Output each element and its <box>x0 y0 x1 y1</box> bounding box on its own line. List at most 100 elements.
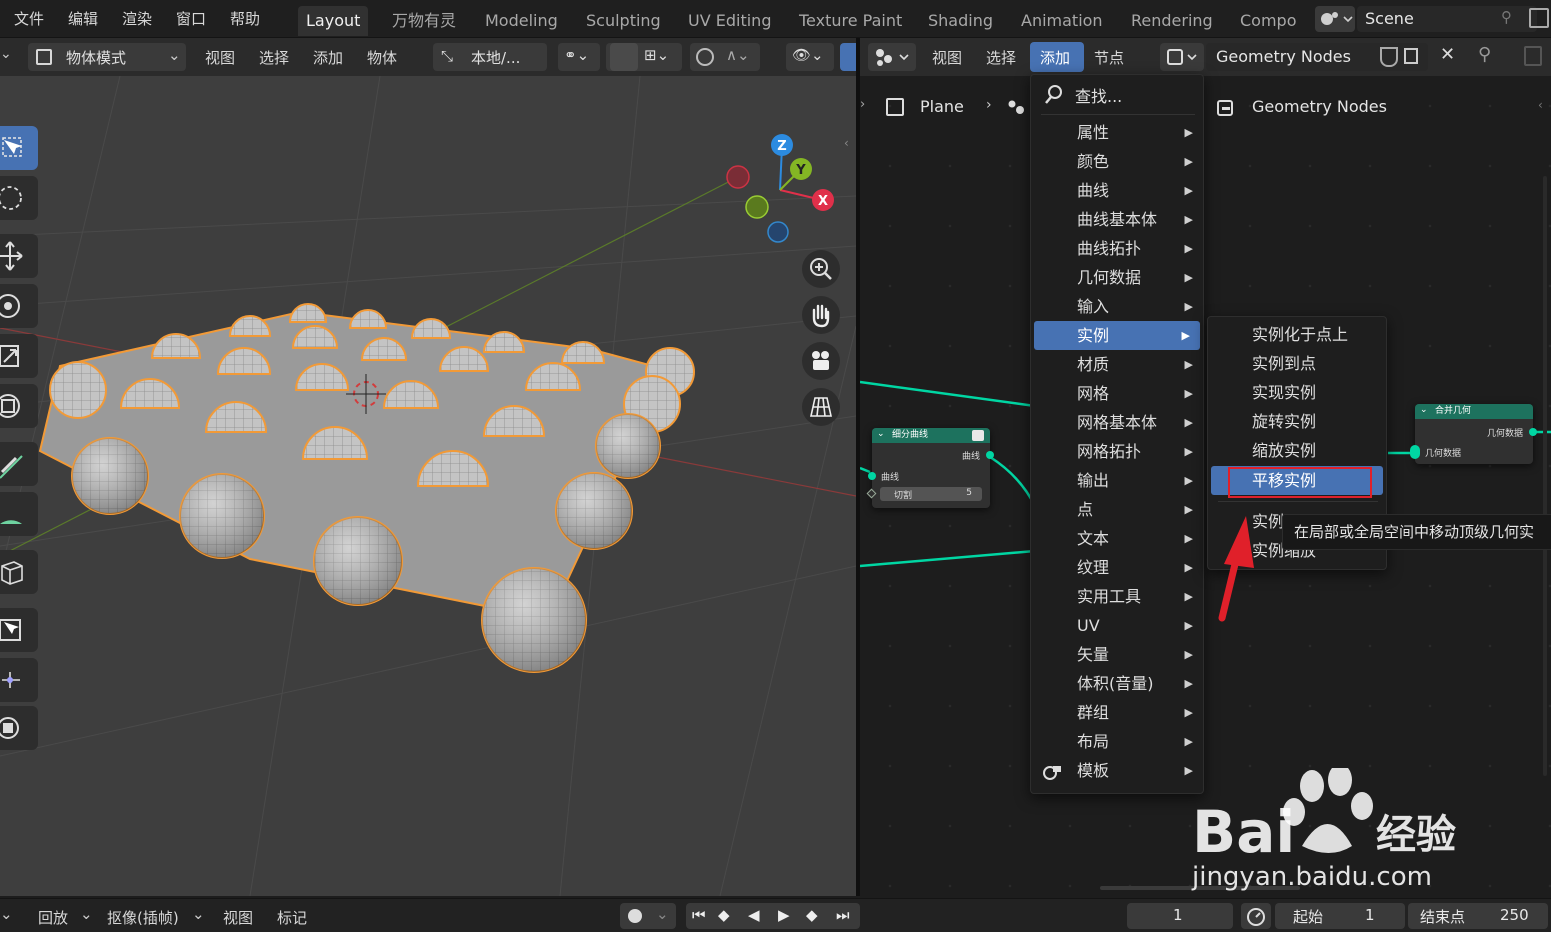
tl-menu-playback[interactable]: 回放 <box>38 907 68 928</box>
tl-menu-marker[interactable]: 标记 <box>277 907 307 928</box>
close-icon[interactable]: ✕ <box>1440 44 1455 65</box>
pan-hand-icon[interactable] <box>802 296 840 334</box>
tab-layout[interactable]: Layout <box>298 6 369 36</box>
move-small-icon[interactable] <box>0 658 38 702</box>
vp-menu-select[interactable]: 选择 <box>259 47 289 68</box>
menu-item-uv[interactable]: UV ▶ <box>1031 611 1203 640</box>
menu-item-layout[interactable]: 布局 ▶ <box>1031 727 1203 756</box>
input-socket[interactable] <box>868 472 876 480</box>
menu-item-curve-primitives[interactable]: 曲线基本体 ▶ <box>1031 205 1203 234</box>
stopwatch-icon[interactable] <box>1241 903 1271 929</box>
scale-tool-icon[interactable] <box>0 334 38 378</box>
vp-menu-object[interactable]: 物体 <box>367 47 397 68</box>
start-frame-field[interactable]: 起始 1 <box>1275 903 1405 929</box>
multi-input-socket[interactable] <box>1410 445 1420 459</box>
ne-menu-add-active[interactable]: 添加 <box>1030 42 1084 72</box>
menu-item-color[interactable]: 颜色 ▶ <box>1031 147 1203 176</box>
submenu-instances-to-points[interactable]: 实例到点 <box>1208 349 1386 378</box>
transform-orientation[interactable]: ⤡ 本地/... <box>433 43 547 71</box>
add-cube-tool-icon[interactable] <box>0 550 38 594</box>
ne-menu-view[interactable]: 视图 <box>932 47 962 68</box>
grid-perspective-icon[interactable] <box>802 388 840 426</box>
submenu-scale-instances[interactable]: 缩放实例 <box>1208 436 1386 465</box>
annotate-tool-icon[interactable] <box>0 442 38 486</box>
magnet-icon[interactable] <box>610 43 638 71</box>
menu-item-text[interactable]: 文本 ▶ <box>1031 524 1203 553</box>
menu-item-mesh[interactable]: 网格 ▶ <box>1031 379 1203 408</box>
submenu-instance-on-points[interactable]: 实例化于点上 <box>1208 320 1386 349</box>
camera-icon[interactable] <box>802 342 840 380</box>
node-editor-type-icon[interactable] <box>868 43 916 71</box>
mode-selector[interactable]: 物体模式 ⌄ <box>28 43 186 71</box>
menu-item-group[interactable]: 群组 ▶ <box>1031 698 1203 727</box>
vp-menu-view[interactable]: 视图 <box>205 47 235 68</box>
play-icon[interactable]: ▶ <box>778 906 790 924</box>
tab-rendering[interactable]: Rendering <box>1123 6 1221 36</box>
editor-type-icon[interactable]: ⌄ <box>0 46 12 62</box>
zoom-icon[interactable] <box>802 250 840 288</box>
info-icon[interactable] <box>972 430 984 441</box>
menu-item-vector[interactable]: 矢量 ▶ <box>1031 640 1203 669</box>
menu-item-mesh-primitives[interactable]: 网格基本体 ▶ <box>1031 408 1203 437</box>
rotate-tool-icon[interactable] <box>0 284 38 328</box>
measure-tool-icon[interactable] <box>0 492 38 536</box>
menu-item-texture[interactable]: 纹理 ▶ <box>1031 553 1203 582</box>
end-frame-field[interactable]: 结束点 250 <box>1408 903 1548 929</box>
tab-uv-editing[interactable]: UV Editing <box>680 6 779 36</box>
submenu-realize-instances[interactable]: 实现实例 <box>1208 378 1386 407</box>
new-scene-icon[interactable] <box>1529 8 1549 28</box>
menu-item-templates[interactable]: 模板 ▶ <box>1031 756 1203 785</box>
menu-item-material[interactable]: 材质 ▶ <box>1031 350 1203 379</box>
output-socket[interactable] <box>1529 428 1537 436</box>
menu-file[interactable]: 文件 <box>14 8 44 29</box>
vertical-scrollbar[interactable] <box>1543 176 1547 776</box>
pivot-point[interactable]: ⚭⌄ <box>558 43 600 71</box>
ne-menu-select[interactable]: 选择 <box>986 47 1016 68</box>
timeline-editor-icon[interactable]: ⌄ <box>0 905 13 923</box>
navigation-gizmo[interactable]: Z Y X <box>726 134 834 243</box>
scene-selector[interactable]: Scene ⚲ <box>1311 4 1551 34</box>
fake-user-icon[interactable] <box>1380 47 1398 67</box>
vp-menu-add[interactable]: 添加 <box>313 47 343 68</box>
collapse-chevron-icon[interactable]: ⌄ <box>877 429 885 439</box>
menu-item-output[interactable]: 输出 ▶ <box>1031 466 1203 495</box>
tab-animation[interactable]: Animation <box>1013 6 1111 36</box>
auto-keying-toggle[interactable]: ⌄ <box>620 903 676 929</box>
menu-item-curve[interactable]: 曲线 ▶ <box>1031 176 1203 205</box>
menu-search[interactable]: 查找... <box>1045 79 1195 109</box>
sidebar-toggle-icon[interactable]: ‹ <box>844 136 849 150</box>
jump-end-icon[interactable]: ⏭ <box>836 906 850 924</box>
node-tree-type-icon[interactable] <box>1160 43 1204 71</box>
overlay-icon[interactable] <box>1524 46 1542 66</box>
menu-item-input[interactable]: 输入 ▶ <box>1031 292 1203 321</box>
prev-keyframe-icon[interactable]: ◆ <box>718 906 730 924</box>
tab-texture-paint[interactable]: Texture Paint <box>791 6 910 36</box>
menu-help[interactable]: 帮助 <box>230 8 260 29</box>
menu-window[interactable]: 窗口 <box>176 8 206 29</box>
scene-icon[interactable] <box>1315 6 1355 32</box>
jump-start-icon[interactable]: ⏮ <box>692 906 706 924</box>
move-tool-icon[interactable] <box>0 234 38 278</box>
play-reverse-icon[interactable]: ◀ <box>748 906 760 924</box>
menu-item-utilities[interactable]: 实用工具 ▶ <box>1031 582 1203 611</box>
pin-icon[interactable]: ⚲ <box>1478 44 1491 65</box>
menu-item-mesh-topology[interactable]: 网格拓扑 ▶ <box>1031 437 1203 466</box>
rotate-small-icon[interactable] <box>0 706 38 750</box>
tab-wanwu[interactable]: 万物有灵 <box>384 6 464 36</box>
ne-menu-node[interactable]: 节点 <box>1094 47 1124 68</box>
menu-edit[interactable]: 编辑 <box>68 8 98 29</box>
menu-item-instances[interactable]: 实例 ▶ <box>1034 321 1200 350</box>
tab-compositing[interactable]: Compo <box>1232 6 1305 36</box>
menu-item-geometry[interactable]: 几何数据 ▶ <box>1031 263 1203 292</box>
cuts-field[interactable]: 切割 5 <box>880 487 982 501</box>
collapse-chevron-icon[interactable]: ⌄ <box>1420 405 1428 415</box>
tab-shading[interactable]: Shading <box>920 6 1001 36</box>
3d-viewport[interactable]: Z Y X ‹ <box>0 76 856 896</box>
join-geometry-node[interactable]: 合并几何 ⌄ 几何数据 几何数据 <box>1410 404 1537 464</box>
output-socket[interactable] <box>986 451 994 459</box>
tl-menu-keying[interactable]: 抠像(插帧) <box>107 907 179 928</box>
tab-sculpting[interactable]: Sculpting <box>578 6 669 36</box>
menu-item-attribute[interactable]: 属性 ▶ <box>1031 118 1203 147</box>
transform-tool-icon[interactable] <box>0 384 38 428</box>
duplicate-icon[interactable] <box>1404 48 1418 64</box>
